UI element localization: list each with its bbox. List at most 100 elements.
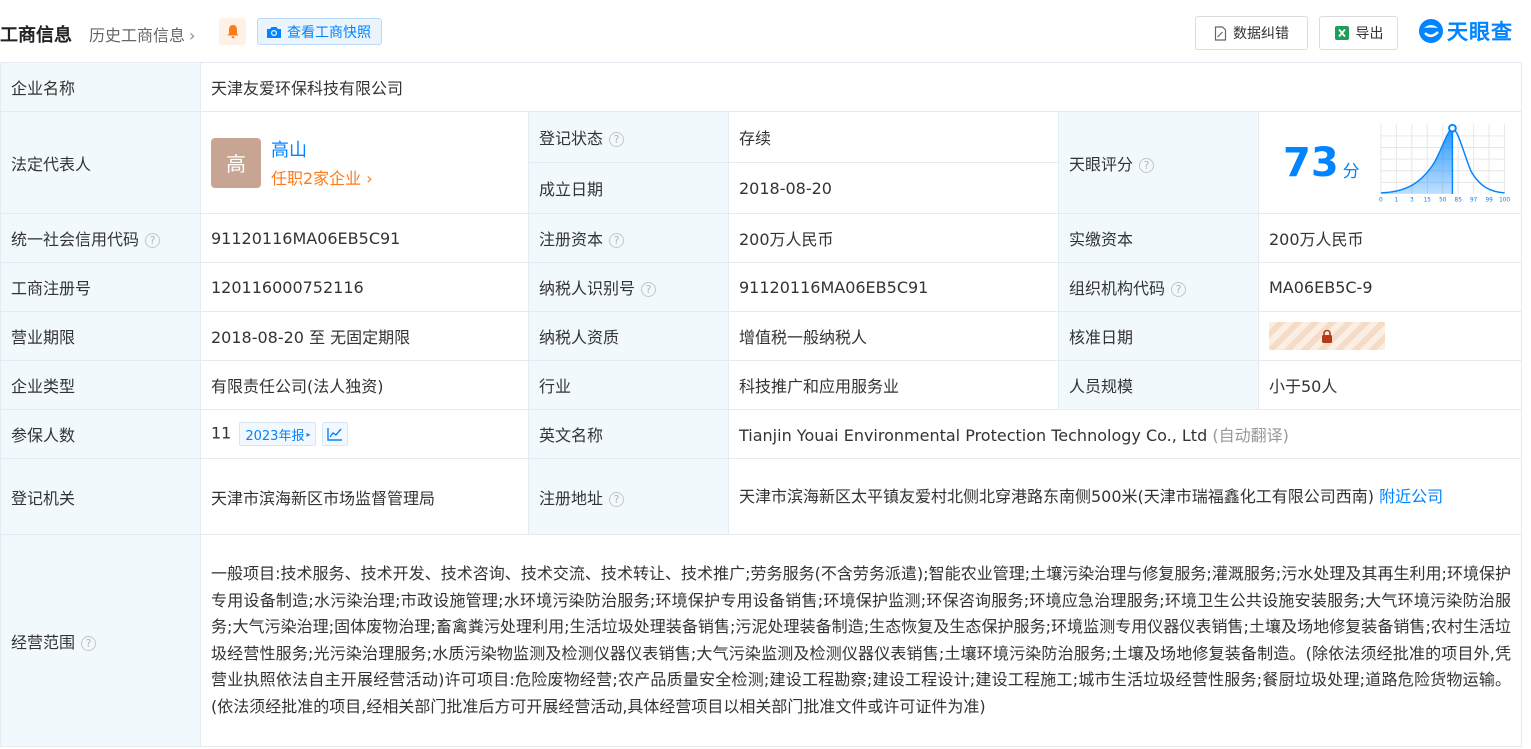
reg-number-label: 工商注册号 bbox=[0, 262, 201, 312]
excel-icon bbox=[1334, 26, 1349, 40]
company-type-label: 企业类型 bbox=[0, 360, 201, 410]
table-row: 营业期限 2018-08-20 至 无固定期限 纳税人资质 增值税一般纳税人 核… bbox=[0, 311, 1523, 361]
score-tick-label: 99 bbox=[1485, 197, 1493, 203]
line-chart-icon bbox=[327, 428, 343, 441]
edit-document-icon bbox=[1214, 25, 1227, 41]
table-row: 企业类型 有限责任公司(法人独资) 行业 科技推广和应用服务业 人员规模 小于5… bbox=[0, 360, 1523, 410]
annual-report-link[interactable]: 2023年报 ▸ bbox=[239, 422, 317, 446]
monitor-bell-button[interactable] bbox=[219, 18, 246, 45]
table-row: 工商注册号 120116000752116 纳税人识别号? 91120116MA… bbox=[0, 262, 1523, 312]
table-row: 企业名称 天津友爱环保科技有限公司 bbox=[0, 62, 1523, 112]
help-icon[interactable]: ? bbox=[1139, 157, 1155, 173]
taxpayer-id-value: 91120116MA06EB5C91 bbox=[728, 262, 1059, 312]
paid-capital-label: 实缴资本 bbox=[1058, 213, 1259, 263]
paid-capital-value: 200万人民币 bbox=[1257, 213, 1523, 263]
logo-text: 天眼查 bbox=[1447, 20, 1513, 44]
legal-rep-name-link[interactable]: 高山 bbox=[271, 136, 373, 162]
score-tick-label: 97 bbox=[1470, 197, 1478, 203]
avatar[interactable]: 高 bbox=[211, 137, 261, 188]
legal-rep-details: 高山 任职2家企业 › bbox=[271, 136, 373, 189]
insured-value: 11 bbox=[211, 423, 232, 443]
vip-locked-field[interactable] bbox=[1269, 322, 1385, 350]
credit-code-label-text: 统一社会信用代码 bbox=[11, 230, 140, 249]
help-icon[interactable]: ? bbox=[145, 233, 161, 248]
reg-number-value: 120116000752116 bbox=[200, 262, 529, 312]
legal-rep-jobs-link[interactable]: 任职2家企业 › bbox=[271, 165, 373, 189]
business-scope-label-text: 经营范围 bbox=[11, 632, 76, 652]
term-label: 营业期限 bbox=[0, 311, 201, 361]
taxpayer-qual-value: 增值税一般纳税人 bbox=[728, 311, 1059, 361]
table-row: 参保人数 11 2023年报 ▸ 英文名称 Tianjin Youai Enviro… bbox=[0, 409, 1523, 459]
score-label-text: 天眼评分 bbox=[1069, 154, 1134, 174]
export-button[interactable]: 导出 bbox=[1319, 16, 1398, 50]
export-label: 导出 bbox=[1355, 26, 1384, 42]
section-title: 工商信息 bbox=[0, 25, 72, 46]
reg-address-label: 注册地址? bbox=[528, 458, 729, 535]
reg-address-label-text: 注册地址 bbox=[539, 488, 604, 508]
score-tick-label: 1 bbox=[1394, 197, 1398, 203]
approval-date-label: 核准日期 bbox=[1058, 311, 1259, 361]
history-info-label: 历史工商信息 bbox=[89, 26, 186, 45]
taxpayer-qual-label: 纳税人资质 bbox=[528, 311, 729, 361]
score-tick-label: 100 bbox=[1499, 197, 1510, 203]
auto-translate-note: (自动翻译) bbox=[1212, 426, 1289, 445]
business-scope-label: 经营范围? bbox=[0, 534, 201, 747]
help-icon[interactable]: ? bbox=[609, 491, 625, 507]
reg-capital-label-text: 注册资本 bbox=[539, 230, 604, 249]
score-unit: 分 bbox=[1342, 162, 1360, 182]
bell-icon bbox=[227, 25, 238, 39]
insured-label: 参保人数 bbox=[0, 409, 201, 459]
snapshot-label: 查看工商快照 bbox=[287, 24, 371, 41]
term-value: 2018-08-20 至 无固定期限 bbox=[200, 311, 529, 361]
trend-chart-button[interactable] bbox=[322, 422, 349, 446]
snapshot-button[interactable]: 查看工商快照 bbox=[257, 18, 382, 45]
english-name-value: Tianjin Youai Environmental Protection T… bbox=[739, 426, 1208, 445]
credit-code-value: 91120116MA06EB5C91 bbox=[200, 213, 529, 263]
score-distribution-chart: 0 1 3 15 50 85 97 99 100 bbox=[1379, 123, 1510, 203]
chevron-right-icon: › bbox=[361, 169, 373, 188]
insured-cell: 11 2023年报 ▸ bbox=[200, 409, 529, 459]
tianyancha-logo: 天眼查 bbox=[1418, 16, 1513, 46]
business-info-table: 企业名称 天津友爱环保科技有限公司 法定代表人 高 高山 任职2家企业 › 登记… bbox=[0, 62, 1523, 747]
table-row: 经营范围? 一般项目:技术服务、技术开发、技术咨询、技术交流、技术转让、技术推广… bbox=[0, 534, 1523, 747]
camera-icon bbox=[267, 26, 281, 38]
reg-authority-label: 登记机关 bbox=[0, 458, 201, 535]
score-tick-label: 50 bbox=[1439, 197, 1447, 203]
reg-status-value: 存续 bbox=[728, 111, 1059, 163]
taxpayer-id-label: 纳税人识别号? bbox=[528, 262, 729, 312]
score-tick-label: 85 bbox=[1454, 197, 1462, 203]
credit-code-label: 统一社会信用代码? bbox=[0, 213, 201, 263]
help-icon[interactable]: ? bbox=[81, 635, 97, 651]
history-info-link[interactable]: 历史工商信息 › bbox=[89, 22, 195, 46]
help-icon[interactable]: ? bbox=[641, 282, 657, 297]
data-correction-button[interactable]: 数据纠错 bbox=[1195, 16, 1308, 50]
taxpayer-id-label-text: 纳税人识别号 bbox=[539, 279, 636, 298]
company-name-label: 企业名称 bbox=[0, 62, 201, 112]
help-icon[interactable]: ? bbox=[1171, 282, 1187, 297]
founded-label: 成立日期 bbox=[528, 162, 729, 214]
help-icon[interactable]: ? bbox=[609, 132, 625, 147]
reg-capital-value: 200万人民币 bbox=[728, 213, 1059, 263]
tianyancha-logo-icon bbox=[1419, 19, 1443, 43]
help-icon[interactable]: ? bbox=[609, 233, 625, 248]
english-name-cell: Tianjin Youai Environmental Protection T… bbox=[727, 409, 1523, 459]
nearby-companies-link[interactable]: 附近公司 bbox=[1379, 487, 1443, 506]
score-tick-label: 0 bbox=[1379, 197, 1383, 203]
annual-report-label: 2023年报 bbox=[245, 428, 305, 444]
reg-status-label: 登记状态? bbox=[528, 111, 729, 163]
data-correction-label: 数据纠错 bbox=[1233, 26, 1289, 42]
chevron-right-icon: › bbox=[189, 26, 196, 45]
staff-size-value: 小于50人 bbox=[1257, 360, 1523, 410]
industry-value: 科技推广和应用服务业 bbox=[728, 360, 1059, 410]
score-cell[interactable]: 73 分 0 1 3 15 50 85 97 99 100 bbox=[1257, 111, 1523, 214]
score-label: 天眼评分? bbox=[1058, 111, 1259, 214]
org-code-label-text: 组织机构代码 bbox=[1069, 279, 1166, 298]
score-widget: 73 分 0 1 3 15 50 85 97 99 100 bbox=[1269, 121, 1511, 205]
legal-rep-cell: 高 高山 任职2家企业 › bbox=[200, 111, 529, 214]
approval-date-cell bbox=[1257, 311, 1523, 361]
table-row: 统一社会信用代码? 91120116MA06EB5C91 注册资本? 200万人… bbox=[0, 213, 1523, 263]
org-code-value: MA06EB5C-9 bbox=[1257, 262, 1523, 312]
founded-value: 2018-08-20 bbox=[728, 162, 1059, 214]
lock-icon bbox=[1322, 329, 1332, 343]
staff-size-label: 人员规模 bbox=[1058, 360, 1259, 410]
